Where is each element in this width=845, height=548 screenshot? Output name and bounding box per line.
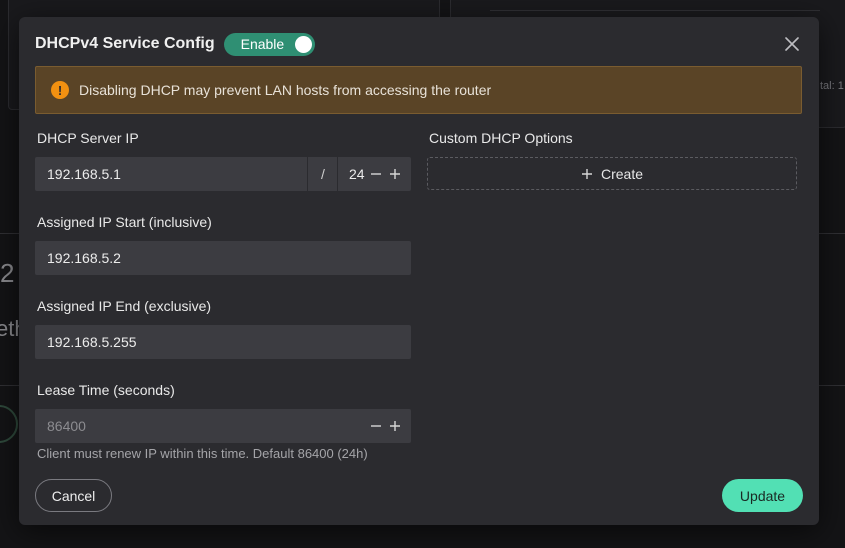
- prefix-increment-button[interactable]: [387, 165, 402, 183]
- custom-options-label: Custom DHCP Options: [429, 130, 573, 146]
- ip-end-input[interactable]: 192.168.5.255: [35, 325, 411, 359]
- update-button[interactable]: Update: [722, 479, 803, 512]
- server-ip-group: 192.168.5.1 / 24: [35, 157, 411, 191]
- lease-time-label: Lease Time (seconds): [37, 382, 175, 398]
- ip-prefix-separator: /: [321, 166, 325, 182]
- ip-start-value: 192.168.5.2: [47, 250, 121, 266]
- warning-alert: ! Disabling DHCP may prevent LAN hosts f…: [35, 66, 802, 114]
- create-option-label: Create: [600, 165, 644, 182]
- lease-increment-button[interactable]: [387, 417, 402, 435]
- modal-title: DHCPv4 Service Config: [35, 35, 215, 52]
- bg-total-text: tal: 1: [820, 80, 844, 92]
- close-button[interactable]: [781, 33, 803, 55]
- create-option-button[interactable]: Create: [427, 157, 797, 190]
- warning-icon: !: [51, 81, 69, 99]
- prefix-decrement-button[interactable]: [368, 165, 383, 183]
- bg-status-circle: [0, 405, 18, 443]
- server-ip-input[interactable]: 192.168.5.1: [35, 166, 292, 182]
- ip-end-value: 192.168.5.255: [47, 334, 137, 350]
- bg-number: 2: [0, 258, 15, 288]
- close-icon: [785, 37, 799, 51]
- bg-divider-mid: [0, 385, 20, 386]
- minus-icon: [370, 425, 381, 427]
- lease-time-input[interactable]: 86400: [35, 418, 86, 434]
- dhcp-config-modal: DHCPv4 Service Config Enable ! Disabling…: [19, 17, 819, 525]
- toggle-knob: [294, 35, 312, 53]
- plus-icon: [581, 168, 592, 179]
- lease-time-group: 86400: [35, 409, 411, 443]
- cancel-button[interactable]: Cancel: [35, 479, 112, 512]
- lease-helper-text: Client must renew IP within this time. D…: [37, 446, 368, 461]
- alert-text: Disabling DHCP may prevent LAN hosts fro…: [79, 82, 492, 98]
- enable-toggle[interactable]: Enable: [223, 32, 315, 56]
- lease-stepper: [368, 417, 402, 435]
- ip-start-input[interactable]: 192.168.5.2: [35, 241, 411, 275]
- plus-icon: [389, 169, 400, 179]
- bg-divider-left: [0, 233, 20, 234]
- bg-divider-right: [819, 233, 845, 234]
- ip-split-right: [337, 157, 338, 191]
- plus-icon: [389, 421, 400, 431]
- lease-decrement-button[interactable]: [368, 417, 383, 435]
- server-ip-label: DHCP Server IP: [37, 130, 139, 146]
- prefix-stepper: [368, 165, 402, 183]
- enable-toggle-label: Enable: [240, 36, 285, 52]
- ip-start-label: Assigned IP Start (inclusive): [37, 214, 212, 230]
- ip-split-left: [307, 157, 308, 191]
- bg-line-top: [490, 10, 820, 11]
- modal-header: DHCPv4 Service Config Enable: [35, 30, 803, 58]
- prefix-input[interactable]: 24: [349, 166, 365, 182]
- ip-end-label: Assigned IP End (exclusive): [37, 298, 212, 314]
- bg-divider-mid-right: [819, 385, 845, 386]
- minus-icon: [370, 173, 381, 175]
